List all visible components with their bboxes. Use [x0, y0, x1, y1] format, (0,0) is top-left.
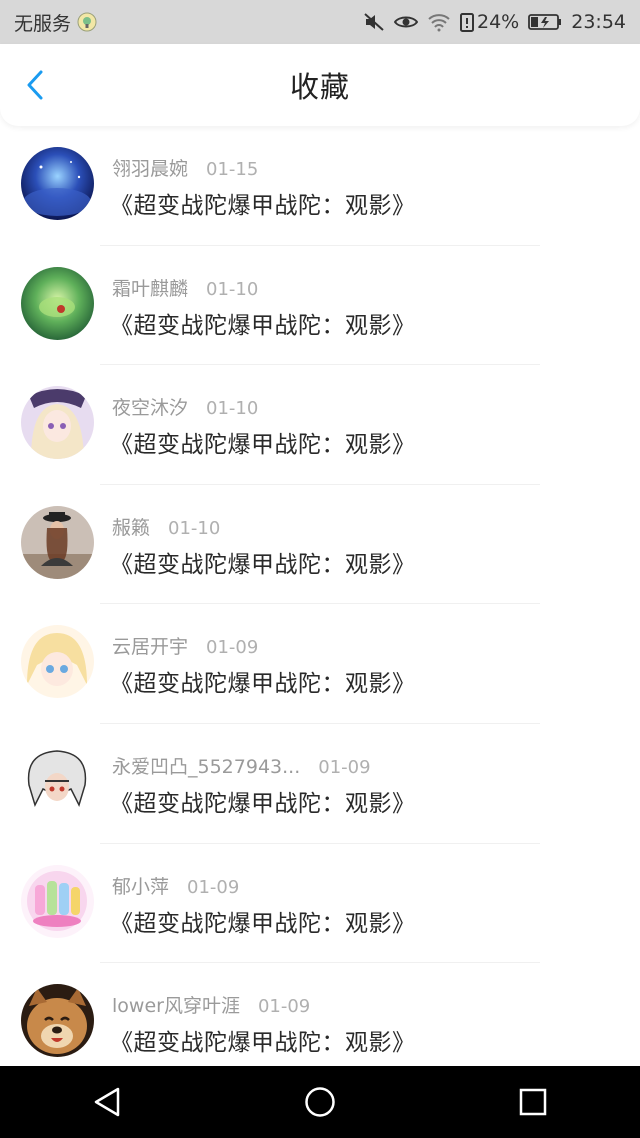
battery-alert-icon	[460, 12, 474, 32]
avatar[interactable]	[21, 266, 94, 340]
avatar[interactable]	[21, 505, 94, 579]
avatar[interactable]	[21, 625, 94, 699]
mute-icon	[363, 12, 385, 32]
status-right: 24% 23:54	[354, 11, 626, 33]
item-title[interactable]: 《超变战陀爆甲战陀：观影》	[110, 1023, 416, 1057]
username[interactable]: 云居开宇	[112, 632, 188, 659]
date: 01-09	[257, 996, 311, 1018]
list-item[interactable]: 霜叶麒麟 01-10 《超变战陀爆甲战陀：观影》	[0, 246, 640, 366]
home-circle-icon	[305, 1087, 335, 1117]
recents-square-icon	[520, 1088, 547, 1116]
item-title[interactable]: 《超变战陀爆甲战陀：观影》	[110, 904, 416, 938]
item-title[interactable]: 《超变战陀爆甲战陀：观影》	[110, 664, 416, 698]
date: 01-10	[206, 398, 259, 420]
date: 01-09	[206, 637, 259, 659]
nav-home-button[interactable]	[290, 1072, 350, 1132]
item-title[interactable]: 《超变战陀爆甲战陀：观影》	[110, 784, 416, 818]
battery-charging-icon	[528, 13, 562, 31]
battery-percent: 24%	[477, 11, 520, 33]
nav-recents-button[interactable]	[503, 1072, 563, 1132]
page-title: 收藏	[289, 70, 350, 104]
avatar[interactable]	[21, 984, 94, 1058]
nav-back-button[interactable]	[77, 1072, 137, 1132]
list-item[interactable]: 夜空沐汐 01-10 《超变战陀爆甲战陀：观影》	[0, 365, 640, 485]
date: 01-10	[168, 517, 221, 539]
item-meta: 永爱凹凸_5527943... 01-09	[112, 752, 371, 779]
carrier-text: 无服务	[14, 12, 72, 35]
item-title[interactable]: 《超变战陀爆甲战陀：观影》	[110, 306, 416, 340]
avatar[interactable]	[21, 864, 94, 938]
item-title[interactable]: 《超变战陀爆甲战陀：观影》	[110, 545, 416, 579]
back-triangle-icon	[94, 1087, 119, 1117]
username[interactable]: 郁小萍	[112, 872, 169, 899]
date: 01-15	[206, 159, 259, 180]
avatar[interactable]	[21, 744, 94, 818]
list-item[interactable]: 永爱凹凸_5527943... 01-09 《超变战陀爆甲战陀：观影》	[0, 724, 640, 844]
date: 01-09	[187, 876, 240, 898]
item-meta: 郁小萍 01-09	[112, 872, 239, 899]
item-meta: 霜叶麒麟 01-10	[112, 274, 258, 301]
chevron-left-icon	[27, 70, 43, 100]
username[interactable]: 翎羽晨婉	[112, 154, 188, 181]
date: 01-09	[318, 756, 371, 778]
item-meta: 翎羽晨婉 01-15	[112, 154, 258, 181]
list-item[interactable]: lower风穿叶涯 01-09 《超变战陀爆甲战陀：观影》	[0, 963, 640, 1083]
username[interactable]: 夜空沐汐	[112, 393, 188, 420]
username[interactable]: 赧籁	[112, 513, 150, 540]
sim-icon	[77, 12, 97, 32]
system-nav-bar	[0, 1066, 640, 1138]
status-left: 无服务	[14, 9, 97, 36]
clock-text: 23:54	[571, 11, 626, 33]
item-title[interactable]: 《超变战陀爆甲战陀：观影》	[110, 186, 416, 220]
item-meta: 夜空沐汐 01-10	[112, 393, 258, 420]
avatar[interactable]	[21, 147, 94, 220]
list-item[interactable]: 翎羽晨婉 01-15 《超变战陀爆甲战陀：观影》	[0, 126, 640, 246]
page-header: 收藏	[0, 44, 640, 126]
wifi-icon	[427, 12, 451, 32]
eye-icon	[394, 13, 418, 31]
item-meta: lower风穿叶涯 01-09	[112, 991, 310, 1018]
list-item[interactable]: 云居开宇 01-09 《超变战陀爆甲战陀：观影》	[0, 604, 640, 724]
item-title[interactable]: 《超变战陀爆甲战陀：观影》	[110, 425, 416, 459]
list-item[interactable]: 赧籁 01-10 《超变战陀爆甲战陀：观影》	[0, 485, 640, 605]
username[interactable]: lower风穿叶涯	[112, 991, 240, 1018]
favorites-list: 翎羽晨婉 01-15 《超变战陀爆甲战陀：观影》 霜叶麒麟 01-10 《超变战…	[0, 126, 640, 1083]
username[interactable]: 永爱凹凸_5527943...	[112, 752, 300, 779]
back-button[interactable]	[18, 68, 52, 102]
item-meta: 云居开宇 01-09	[112, 632, 258, 659]
date: 01-10	[206, 278, 259, 300]
item-meta: 赧籁 01-10	[112, 513, 220, 540]
username[interactable]: 霜叶麒麟	[112, 274, 188, 301]
list-item[interactable]: 郁小萍 01-09 《超变战陀爆甲战陀：观影》	[0, 844, 640, 964]
avatar[interactable]	[21, 386, 94, 460]
status-bar: 无服务 24% 23:54	[0, 0, 640, 44]
